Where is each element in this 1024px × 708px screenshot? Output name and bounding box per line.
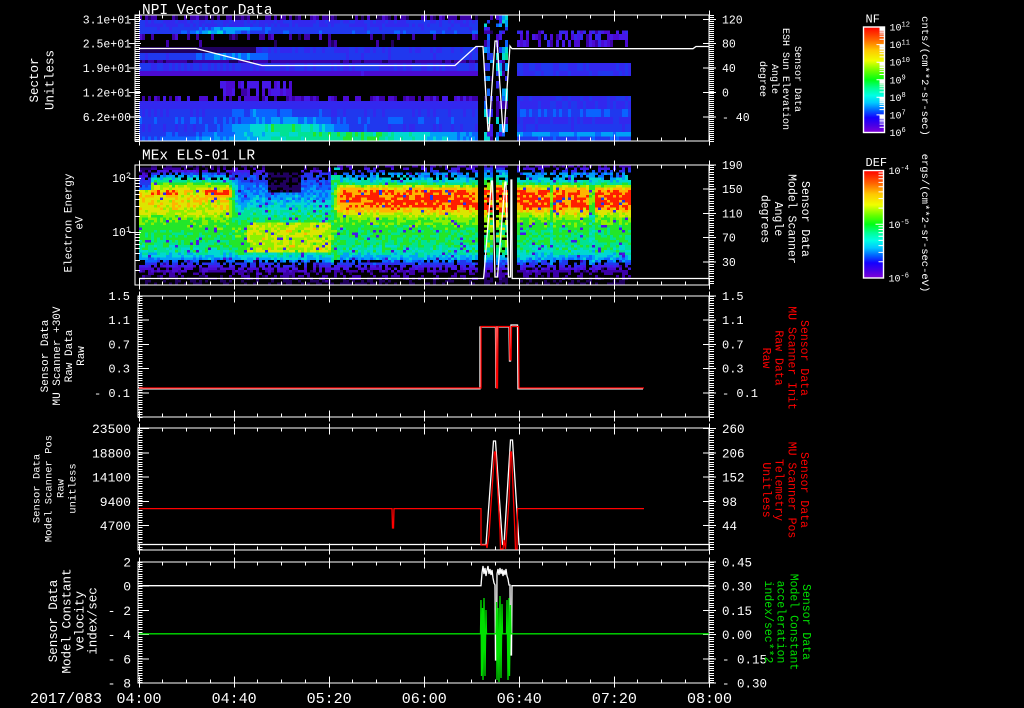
svg-text:ergs/(cm**2-sr-sec-eV): ergs/(cm**2-sr-sec-eV) (918, 154, 930, 293)
svg-text:14100: 14100 (92, 471, 131, 486)
svg-text:- 0.1: - 0.1 (722, 387, 758, 401)
svg-text:30: 30 (722, 257, 736, 270)
svg-text:0: 0 (722, 88, 729, 101)
svg-text:120: 120 (722, 14, 743, 27)
svg-text:70: 70 (722, 233, 736, 246)
svg-text:4700: 4700 (100, 519, 131, 534)
svg-text:98: 98 (722, 496, 737, 510)
svg-text:velocity: velocity (73, 590, 87, 651)
svg-text:06:00: 06:00 (402, 691, 447, 708)
svg-text:Model Scanner Pos: Model Scanner Pos (44, 435, 56, 542)
svg-text:MU Scanner Pos: MU Scanner Pos (784, 442, 797, 539)
svg-text:- 0.30: - 0.30 (722, 678, 767, 692)
svg-text:190: 190 (722, 160, 743, 173)
svg-text:1.2e+01: 1.2e+01 (83, 88, 131, 101)
svg-text:index/sec: index/sec (87, 587, 101, 655)
svg-text:unitless: unitless (68, 463, 80, 513)
svg-text:index/sec**2: index/sec**2 (761, 581, 774, 664)
svg-text:2.5e+01: 2.5e+01 (83, 39, 131, 52)
svg-text:2017/083: 2017/083 (30, 691, 102, 708)
svg-text:44: 44 (722, 520, 737, 534)
svg-text:MU Scanner Init: MU Scanner Init (784, 306, 797, 410)
svg-text:0.7: 0.7 (722, 338, 744, 352)
svg-text:Sensor Data: Sensor Data (797, 452, 810, 528)
svg-text:acceleration: acceleration (774, 581, 787, 664)
svg-text:260: 260 (722, 423, 745, 437)
svg-text:1.1: 1.1 (108, 314, 130, 328)
svg-text:- 0.1: - 0.1 (94, 387, 130, 401)
svg-text:cnts/(cm**2-sr-sec): cnts/(cm**2-sr-sec) (918, 16, 930, 136)
svg-text:0.30: 0.30 (722, 581, 752, 595)
svg-text:1.5: 1.5 (108, 290, 130, 304)
svg-text:23500: 23500 (92, 422, 131, 437)
svg-text:05:20: 05:20 (307, 691, 352, 708)
svg-text:NPI Vector Data: NPI Vector Data (142, 3, 273, 19)
svg-text:Sensor Data: Sensor Data (791, 46, 802, 112)
svg-text:Model Scanner: Model Scanner (785, 174, 798, 264)
svg-text:eV: eV (74, 216, 86, 230)
svg-text:08:00: 08:00 (687, 691, 732, 708)
svg-text:Raw Data: Raw Data (772, 330, 785, 385)
svg-text:04:40: 04:40 (212, 691, 257, 708)
svg-text:1.1: 1.1 (722, 314, 744, 328)
svg-text:- 0.15: - 0.15 (722, 653, 767, 667)
svg-text:1.5: 1.5 (722, 290, 744, 304)
svg-text:Sector: Sector (28, 57, 42, 102)
svg-text:0: 0 (123, 580, 131, 595)
svg-text:0.7: 0.7 (108, 338, 130, 352)
svg-text:- 40: - 40 (722, 112, 750, 125)
svg-text:0.15: 0.15 (722, 605, 752, 619)
svg-text:- 2: - 2 (108, 604, 131, 619)
svg-text:0.3: 0.3 (108, 363, 130, 377)
svg-text:Sensor Data: Sensor Data (40, 319, 52, 392)
svg-text:Angle: Angle (768, 64, 780, 94)
svg-text:Sensor Data: Sensor Data (798, 181, 811, 257)
svg-text:- 6: - 6 (108, 652, 131, 667)
svg-text:07:20: 07:20 (592, 691, 637, 708)
svg-text:110: 110 (722, 208, 743, 221)
svg-text:2: 2 (123, 556, 131, 571)
svg-text:1.9e+01: 1.9e+01 (83, 63, 131, 76)
svg-text:ESH Sun Elevation: ESH Sun Elevation (779, 28, 791, 130)
svg-text:Model Constant: Model Constant (60, 568, 74, 673)
svg-text:degree: degree (756, 61, 768, 97)
svg-text:Telemetry: Telemetry (772, 459, 785, 521)
svg-text:Unitless: Unitless (759, 462, 772, 517)
svg-text:Model Constant: Model Constant (786, 574, 799, 671)
svg-text:Unitless: Unitless (44, 50, 58, 110)
svg-text:Sensor Data: Sensor Data (799, 584, 812, 660)
svg-text:0.3: 0.3 (722, 363, 744, 377)
svg-text:Sensor Data: Sensor Data (32, 454, 44, 523)
svg-text:Raw: Raw (76, 346, 88, 366)
svg-text:150: 150 (722, 184, 743, 197)
svg-text:06:40: 06:40 (497, 691, 542, 708)
svg-text:- 4: - 4 (108, 628, 132, 643)
svg-text:Angle: Angle (771, 202, 784, 237)
svg-text:80: 80 (722, 39, 736, 52)
svg-text:NF: NF (866, 13, 880, 27)
svg-text:206: 206 (722, 447, 745, 461)
svg-text:degrees: degrees (758, 195, 771, 243)
svg-text:0.45: 0.45 (722, 557, 752, 571)
svg-text:Sensor Data: Sensor Data (797, 320, 810, 396)
svg-text:Raw: Raw (759, 348, 772, 369)
svg-text:9400: 9400 (100, 495, 131, 510)
svg-text:40: 40 (722, 63, 736, 76)
svg-text:- 8: - 8 (108, 677, 131, 692)
svg-text:MEx ELS-01 LR: MEx ELS-01 LR (142, 149, 255, 165)
svg-text:DEF: DEF (866, 156, 888, 170)
svg-text:Sensor Data: Sensor Data (47, 579, 61, 662)
svg-text:Raw: Raw (56, 478, 68, 498)
svg-text:04:00: 04:00 (116, 691, 161, 708)
svg-text:6.2e+00: 6.2e+00 (83, 112, 131, 125)
svg-text:0.00: 0.00 (722, 629, 752, 643)
svg-text:152: 152 (722, 472, 745, 486)
svg-text:18800: 18800 (92, 446, 131, 461)
svg-text:Raw Data: Raw Data (64, 329, 76, 382)
svg-text:3.1e+01: 3.1e+01 (83, 14, 131, 27)
svg-text:MU Scanner +30V: MU Scanner +30V (52, 306, 64, 405)
